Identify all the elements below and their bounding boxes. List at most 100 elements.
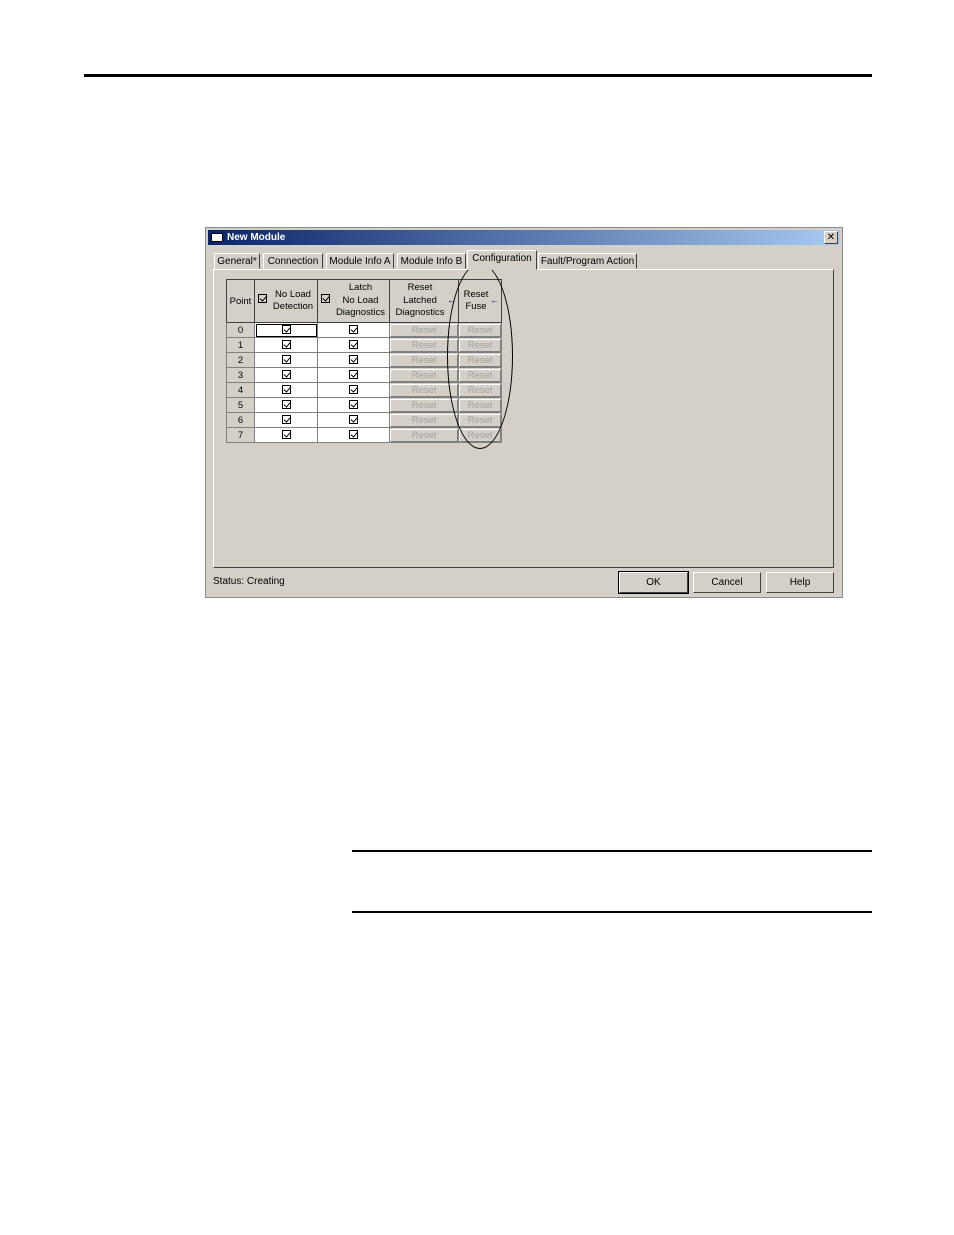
checkbox-checked-icon[interactable] bbox=[349, 355, 358, 365]
reset-fuse-button[interactable]: Reset bbox=[459, 413, 501, 427]
reset-latched-button[interactable]: Reset bbox=[390, 368, 458, 382]
tab-module-info-a[interactable]: Module Info A bbox=[326, 253, 394, 269]
checkbox-checked-icon[interactable] bbox=[281, 340, 291, 350]
no-load-detection-cell[interactable] bbox=[254, 352, 318, 368]
checkbox-checked-icon[interactable] bbox=[349, 430, 358, 440]
no-load-detection-cell[interactable] bbox=[254, 427, 318, 443]
tab-configuration[interactable]: Configuration bbox=[467, 250, 537, 270]
checkbox-checked-icon[interactable] bbox=[281, 325, 291, 335]
no-load-detection-cell[interactable] bbox=[254, 337, 318, 353]
header-checkbox-no-load[interactable] bbox=[258, 294, 267, 303]
window-title: New Module bbox=[227, 232, 286, 243]
checkbox-checked-icon[interactable] bbox=[349, 325, 358, 335]
tab-connection[interactable]: Connection bbox=[263, 253, 323, 269]
point-cell: 0 bbox=[226, 322, 255, 338]
checkbox-checked-icon[interactable] bbox=[281, 415, 291, 425]
close-icon[interactable]: ✕ bbox=[824, 231, 838, 244]
page-top-rule bbox=[84, 74, 872, 77]
reset-latched-button[interactable]: Reset bbox=[390, 398, 458, 412]
window-icon bbox=[211, 233, 223, 242]
latch-diagnostics-cell[interactable] bbox=[317, 352, 390, 368]
latch-diagnostics-cell[interactable] bbox=[317, 382, 390, 398]
title-bar[interactable]: New Module ✕ bbox=[208, 230, 840, 245]
checkbox-checked-icon[interactable] bbox=[349, 415, 358, 425]
reset-fuse-cell: Reset bbox=[458, 382, 502, 398]
arrow-left-icon: ← bbox=[447, 295, 456, 305]
header-checkbox-latch[interactable] bbox=[321, 294, 330, 303]
reset-latched-cell: Reset bbox=[389, 322, 459, 338]
no-load-detection-cell[interactable] bbox=[254, 382, 318, 398]
reset-latched-cell: Reset bbox=[389, 382, 459, 398]
reset-latched-button[interactable]: Reset bbox=[390, 428, 458, 442]
header-reset-latched[interactable]: Reset Latched Diagnostics ← bbox=[389, 279, 459, 323]
point-cell: 3 bbox=[226, 367, 255, 383]
reset-latched-button[interactable]: Reset bbox=[390, 383, 458, 397]
header-point: Point bbox=[226, 279, 255, 323]
point-cell: 7 bbox=[226, 427, 255, 443]
checkbox-checked-icon[interactable] bbox=[349, 370, 358, 380]
cancel-button[interactable]: Cancel bbox=[693, 572, 761, 593]
reset-fuse-button[interactable]: Reset bbox=[459, 323, 501, 337]
point-cell: 1 bbox=[226, 337, 255, 353]
no-load-detection-cell[interactable] bbox=[254, 367, 318, 383]
checkbox-checked-icon[interactable] bbox=[281, 400, 291, 410]
header-no-load-detection[interactable]: No Load Detection bbox=[254, 279, 318, 323]
reset-fuse-cell: Reset bbox=[458, 397, 502, 413]
reset-fuse-button[interactable]: Reset bbox=[459, 368, 501, 382]
table-row: 6 Reset Reset bbox=[226, 412, 502, 428]
table-row: 0 Reset Reset bbox=[226, 322, 502, 338]
reset-latched-button[interactable]: Reset bbox=[390, 338, 458, 352]
no-load-detection-cell[interactable] bbox=[254, 397, 318, 413]
reset-fuse-cell: Reset bbox=[458, 337, 502, 353]
reset-fuse-cell: Reset bbox=[458, 427, 502, 443]
header-reset-fuse[interactable]: Reset Fuse ← bbox=[458, 279, 502, 323]
point-cell: 2 bbox=[226, 352, 255, 368]
table-row: 5 Reset Reset bbox=[226, 397, 502, 413]
checkbox-checked-icon[interactable] bbox=[281, 370, 291, 380]
latch-diagnostics-cell[interactable] bbox=[317, 427, 390, 443]
checkbox-checked-icon[interactable] bbox=[281, 355, 291, 365]
note-rule-top bbox=[352, 850, 872, 852]
reset-latched-cell: Reset bbox=[389, 367, 459, 383]
latch-diagnostics-cell[interactable] bbox=[317, 322, 390, 338]
reset-fuse-button[interactable]: Reset bbox=[459, 338, 501, 352]
table-row: 4 Reset Reset bbox=[226, 382, 502, 398]
no-load-detection-cell[interactable] bbox=[254, 412, 318, 428]
latch-diagnostics-cell[interactable] bbox=[317, 397, 390, 413]
reset-fuse-button[interactable]: Reset bbox=[459, 383, 501, 397]
status-text: Status: Creating bbox=[213, 576, 285, 587]
table-row: 2 Reset Reset bbox=[226, 352, 502, 368]
note-rule-bottom bbox=[352, 911, 872, 913]
ok-button[interactable]: OK bbox=[618, 571, 689, 594]
arrow-left-icon: ← bbox=[490, 295, 499, 305]
reset-fuse-button[interactable]: Reset bbox=[459, 353, 501, 367]
reset-fuse-button[interactable]: Reset bbox=[459, 428, 501, 442]
tab-general[interactable]: General* bbox=[214, 253, 260, 269]
reset-latched-button[interactable]: Reset bbox=[390, 413, 458, 427]
latch-diagnostics-cell[interactable] bbox=[317, 337, 390, 353]
checkbox-checked-icon[interactable] bbox=[281, 385, 291, 395]
reset-latched-button[interactable]: Reset bbox=[390, 323, 458, 337]
reset-fuse-cell: Reset bbox=[458, 352, 502, 368]
no-load-detection-cell[interactable] bbox=[254, 322, 318, 338]
latch-diagnostics-cell[interactable] bbox=[317, 412, 390, 428]
tab-module-info-b[interactable]: Module Info B bbox=[397, 253, 466, 269]
tab-fault-program-action[interactable]: Fault/Program Action bbox=[538, 253, 637, 269]
latch-diagnostics-cell[interactable] bbox=[317, 367, 390, 383]
reset-latched-cell: Reset bbox=[389, 352, 459, 368]
reset-fuse-cell: Reset bbox=[458, 322, 502, 338]
reset-latched-cell: Reset bbox=[389, 427, 459, 443]
checkbox-checked-icon[interactable] bbox=[349, 400, 358, 410]
header-latch-no-load[interactable]: Latch No Load Diagnostics bbox=[317, 279, 390, 323]
configuration-table: Point No Load Detection Latch No Load Di… bbox=[226, 279, 502, 443]
table-row: 7 Reset Reset bbox=[226, 427, 502, 443]
reset-fuse-cell: Reset bbox=[458, 412, 502, 428]
point-cell: 4 bbox=[226, 382, 255, 398]
reset-latched-button[interactable]: Reset bbox=[390, 353, 458, 367]
reset-fuse-button[interactable]: Reset bbox=[459, 398, 501, 412]
help-button[interactable]: Help bbox=[766, 572, 834, 593]
reset-latched-cell: Reset bbox=[389, 412, 459, 428]
checkbox-checked-icon[interactable] bbox=[349, 385, 358, 395]
checkbox-checked-icon[interactable] bbox=[281, 430, 291, 440]
checkbox-checked-icon[interactable] bbox=[349, 340, 358, 350]
